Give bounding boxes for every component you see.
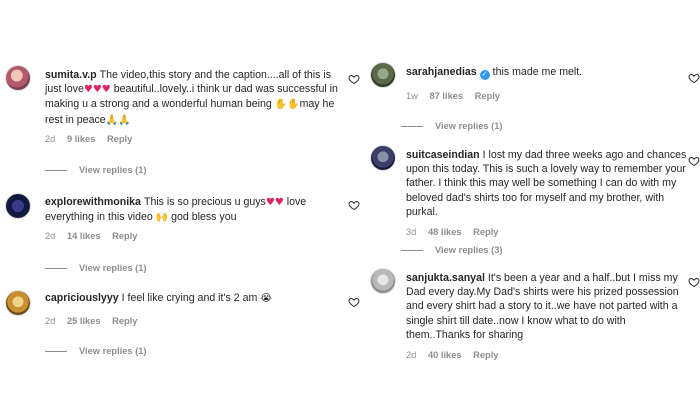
likes-count[interactable]: 9 likes	[67, 134, 95, 144]
likes-count[interactable]: 40 likes	[428, 350, 462, 360]
comment-meta: 2d 40 likes Reply	[406, 350, 691, 360]
heart-emoji: ♥♥	[265, 197, 284, 208]
avatar[interactable]	[5, 65, 31, 91]
praying-hands-emoji: 🙏🙏	[105, 114, 131, 126]
comment-username[interactable]: sumita.v.p	[45, 69, 97, 81]
comment-meta: 1w 87 likes Reply	[406, 91, 691, 101]
comment-username[interactable]: sanjukta.sanyal	[406, 272, 485, 284]
comment-meta: 3d 48 likes Reply	[406, 227, 691, 237]
likes-count[interactable]: 14 likes	[67, 231, 101, 241]
comment-text: suitcaseindian I lost my dad three weeks …	[406, 149, 687, 218]
heart-outline-icon[interactable]	[688, 72, 700, 84]
heart-outline-icon[interactable]	[348, 73, 360, 85]
divider	[401, 126, 423, 128]
comment-age: 2d	[45, 231, 56, 242]
view-replies-button[interactable]: View replies (1)	[45, 346, 147, 356]
comment-text: sanjukta.sanyal It's been a year and a ha…	[406, 272, 679, 341]
reply-button[interactable]: Reply	[112, 316, 137, 326]
comment-age: 2d	[406, 350, 417, 361]
comment-text: sumita.v.p The video,this story and the c…	[45, 69, 338, 126]
comment-age: 1w	[406, 91, 418, 101]
heart-outline-icon[interactable]	[688, 276, 700, 288]
comment-text: capriciouslyyy I feel like crying and it'…	[45, 292, 272, 304]
divider	[45, 170, 67, 172]
reply-button[interactable]: Reply	[112, 231, 137, 241]
likes-count[interactable]: 48 likes	[428, 227, 462, 237]
reply-button[interactable]: Reply	[107, 134, 132, 144]
avatar[interactable]	[5, 193, 31, 219]
comment-username[interactable]: explorewithmonika	[45, 196, 141, 208]
raised-hands-emoji: 🙌	[155, 212, 169, 224]
likes-count[interactable]: 25 likes	[67, 316, 101, 326]
heart-outline-icon[interactable]	[348, 296, 360, 308]
comment-meta: 2d 25 likes Reply	[45, 316, 343, 326]
likes-count[interactable]: 87 likes	[429, 91, 463, 101]
comment-username[interactable]: sarahjanedias	[406, 66, 477, 78]
view-replies-button[interactable]: View replies (1)	[401, 121, 503, 131]
heart-outline-icon[interactable]	[688, 155, 700, 167]
verified-badge-icon: ✓	[479, 70, 490, 80]
comment-age: 3d	[406, 227, 417, 238]
view-replies-button[interactable]: View replies (1)	[45, 263, 147, 273]
waving-hand-emoji: ✋✋	[274, 99, 300, 111]
comment-age: 2d	[45, 316, 56, 327]
comment-text: sarahjanedias ✓ this made me melt.	[406, 66, 583, 80]
comment-meta: 2d 9 likes Reply	[45, 134, 343, 144]
divider	[401, 250, 423, 252]
comment-username[interactable]: capriciouslyyy	[45, 292, 119, 304]
reply-button[interactable]: Reply	[473, 350, 498, 360]
avatar[interactable]	[5, 290, 31, 316]
view-replies-button[interactable]: View replies (3)	[401, 245, 503, 255]
heart-outline-icon[interactable]	[348, 199, 360, 211]
view-replies-button[interactable]: View replies (1)	[45, 165, 147, 175]
divider	[45, 268, 67, 270]
reply-button[interactable]: Reply	[473, 227, 498, 237]
comment-text: explorewithmonika This is so precious u g…	[45, 196, 307, 224]
comment-username[interactable]: suitcaseindian	[406, 149, 480, 161]
reply-button[interactable]: Reply	[475, 91, 500, 101]
heart-emoji: ♥♥♥	[83, 84, 111, 96]
comment-age: 2d	[45, 133, 56, 144]
crying-face-emoji: 😭	[260, 293, 272, 304]
avatar[interactable]	[370, 62, 396, 88]
divider	[45, 351, 67, 353]
avatar[interactable]	[370, 268, 396, 294]
comment-meta: 2d 14 likes Reply	[45, 231, 343, 241]
avatar[interactable]	[370, 145, 396, 171]
